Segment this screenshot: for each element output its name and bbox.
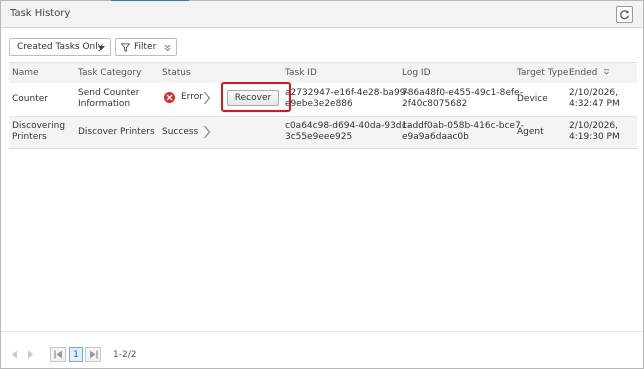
first-page-button[interactable] xyxy=(50,347,66,362)
cell-log-id-line2: e9a9a6daac0b xyxy=(402,132,469,142)
cell-ended-line1: 2/10/2026, xyxy=(569,88,619,98)
cell-ended: 2/10/2026, 4:19:30 PM xyxy=(569,121,620,143)
cell-task-id: c0a64c98-d694-40da-93d1- 3c55e9eee925 xyxy=(285,121,411,143)
column-header-target-type[interactable]: Target Type xyxy=(517,68,568,78)
cell-task-category-line1: Send Counter xyxy=(78,88,140,98)
chevron-right-icon[interactable] xyxy=(203,125,211,139)
cell-target-type: Device xyxy=(517,94,548,104)
column-header-task-id[interactable]: Task ID xyxy=(285,68,317,78)
cell-status: Error xyxy=(164,92,203,103)
column-header-status[interactable]: Status xyxy=(162,68,191,78)
cell-task-category-line2: Information xyxy=(78,99,131,109)
task-history-panel: Task History Created Tasks Only Filter N… xyxy=(0,0,644,369)
cell-task-category: Discover Printers xyxy=(78,127,155,137)
cell-ended-line2: 4:19:30 PM xyxy=(569,132,620,142)
cell-status: Success xyxy=(162,127,199,137)
cell-target-type: Agent xyxy=(517,127,544,137)
page-number-current[interactable]: 1 xyxy=(69,347,83,362)
error-icon xyxy=(164,92,175,103)
triangle-right-icon xyxy=(28,350,34,359)
cell-log-id-line1: caddf0ab-058b-416c-bce7- xyxy=(402,121,524,131)
cell-log-id: caddf0ab-058b-416c-bce7- e9a9a6daac0b xyxy=(402,121,524,143)
cell-task-id-line2: e9ebe3e2e886 xyxy=(285,99,353,109)
cell-name-line2: Printers xyxy=(12,132,47,142)
task-filter-dropdown[interactable]: Created Tasks Only xyxy=(9,38,111,56)
table-header: Name Task Category Status Task ID Log ID… xyxy=(9,62,637,84)
cell-ended: 2/10/2026, 4:32:47 PM xyxy=(569,88,620,110)
column-header-ended[interactable]: Ended xyxy=(569,68,610,78)
status-text: Error xyxy=(181,92,203,102)
column-header-task-category[interactable]: Task Category xyxy=(78,68,141,78)
refresh-button[interactable] xyxy=(616,6,633,23)
cell-ended-line2: 4:32:47 PM xyxy=(569,99,620,109)
recover-button[interactable]: Recover xyxy=(227,90,279,106)
task-filter-value: Created Tasks Only xyxy=(17,42,104,52)
cell-task-id-line1: c0a64c98-d694-40da-93d1- xyxy=(285,121,411,131)
cell-ended-line1: 2/10/2026, xyxy=(569,121,619,131)
page-range-text: 1-2/2 xyxy=(113,350,137,360)
panel-title: Task History xyxy=(10,8,71,19)
cell-name-line1: Discovering xyxy=(12,121,66,131)
cell-name: Counter xyxy=(12,94,48,104)
last-page-icon xyxy=(89,350,98,359)
cell-log-id-line2: 2f40c8075682 xyxy=(402,99,468,109)
cell-log-id-line1: 786a48f0-e455-49c1-8efe- xyxy=(402,88,523,98)
column-header-ended-label: Ended xyxy=(569,68,598,78)
chevron-right-icon[interactable] xyxy=(203,91,211,105)
column-header-name[interactable]: Name xyxy=(12,68,39,78)
cell-task-id: a2732947-e16f-4e28-ba99- e9ebe3e2e886 xyxy=(285,88,409,110)
column-header-log-id[interactable]: Log ID xyxy=(402,68,431,78)
next-page-button[interactable] xyxy=(24,348,37,361)
panel-header: Task History xyxy=(1,1,643,28)
pager-divider xyxy=(1,331,643,332)
cell-task-id-line2: 3c55e9eee925 xyxy=(285,132,353,142)
first-page-icon xyxy=(53,350,62,359)
cell-task-category: Send Counter Information xyxy=(78,88,140,110)
last-page-button[interactable] xyxy=(85,347,101,362)
cell-name: Discovering Printers xyxy=(12,121,65,143)
cell-task-id-line1: a2732947-e16f-4e28-ba99- xyxy=(285,88,409,98)
triangle-left-icon xyxy=(11,350,17,359)
pagination-bar: 1 1-2/2 xyxy=(1,341,643,369)
previous-page-button[interactable] xyxy=(8,348,21,361)
table-row[interactable]: Counter Send Counter Information Error R… xyxy=(9,83,637,117)
sort-descending-icon xyxy=(604,69,610,75)
funnel-icon xyxy=(121,42,130,52)
double-chevron-down-icon xyxy=(164,44,171,52)
refresh-icon xyxy=(620,10,629,20)
table-row[interactable]: Discovering Printers Discover Printers S… xyxy=(9,117,637,149)
cell-log-id: 786a48f0-e455-49c1-8efe- 2f40c8075682 xyxy=(402,88,523,110)
caret-down-icon xyxy=(98,46,105,50)
filter-button[interactable]: Filter xyxy=(115,38,177,56)
filter-button-label: Filter xyxy=(134,42,157,52)
